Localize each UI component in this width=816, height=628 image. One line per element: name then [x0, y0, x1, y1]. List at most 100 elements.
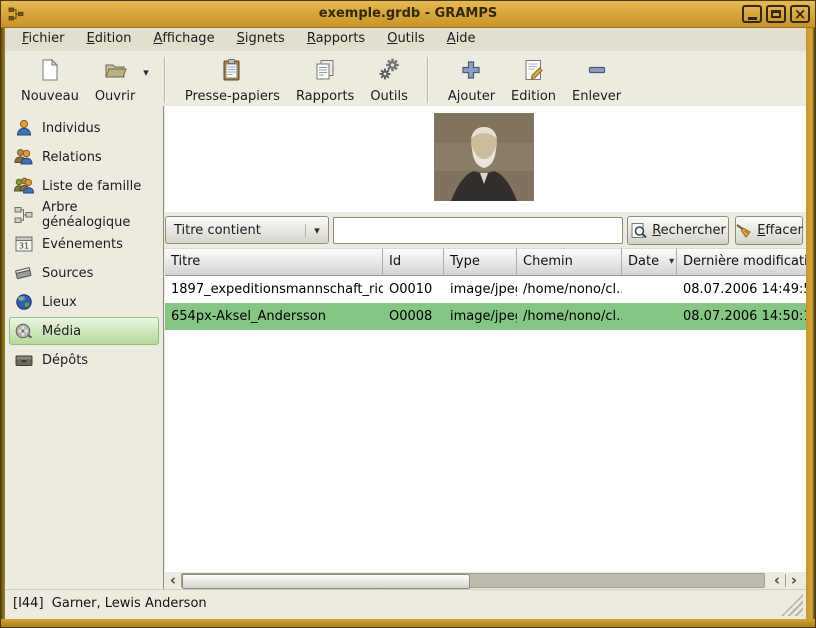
menu-item-fichier[interactable]: Fichier	[11, 29, 76, 49]
two-people-icon	[14, 147, 34, 167]
toolbar-open-group: Ouvrir ▾	[87, 54, 153, 107]
toolbar-button-outils[interactable]: Outils	[362, 54, 416, 107]
sidebar-item-sources[interactable]: Sources	[9, 259, 159, 287]
toolbar-button-nouveau[interactable]: Nouveau	[13, 54, 87, 107]
menu-item-outils[interactable]: Outils	[376, 29, 436, 49]
sidebar-item-lieux[interactable]: Lieux	[9, 288, 159, 316]
find-icon	[630, 222, 648, 240]
effacer-button-label: Effacer	[757, 223, 803, 238]
new-document-icon	[38, 57, 62, 87]
toolbar-button-ajouter[interactable]: Ajouter	[440, 54, 503, 107]
column-header-chemin[interactable]: Chemin	[517, 248, 622, 276]
sidebar-item-arbre-genealogique[interactable]: Arbre généalogique	[9, 201, 159, 229]
toolbar-button-edition[interactable]: Edition	[503, 54, 564, 107]
sidebar-item-label: Lieux	[42, 295, 77, 310]
search-input[interactable]	[333, 217, 623, 244]
sidebar-item-relations[interactable]: Relations	[9, 143, 159, 171]
column-header-type[interactable]: Type	[444, 248, 517, 276]
toolbar-button-label: Ajouter	[448, 89, 495, 104]
column-header-titre[interactable]: Titre	[165, 248, 383, 276]
sidebar-item-label: Arbre généalogique	[42, 200, 158, 230]
column-header-date[interactable]: Date▾	[622, 248, 677, 276]
menubar: Fichier Edition Affichage Signets Rappor…	[5, 27, 808, 51]
toolbar-separator	[164, 57, 166, 103]
toolbar-button-ouvrir[interactable]: Ouvrir	[87, 54, 143, 107]
toolbar-button-enlever[interactable]: Enlever	[564, 54, 629, 107]
maximize-icon	[771, 10, 781, 18]
toolbar: Nouveau Ouvrir ▾ Presse-papiers Rapports…	[5, 51, 808, 106]
scrollbar-track[interactable]	[181, 573, 765, 588]
resize-grip-icon[interactable]	[781, 594, 803, 616]
open-dropdown-button[interactable]: ▾	[143, 66, 149, 79]
toolbar-button-label: Enlever	[572, 89, 621, 104]
table-cell-id: O0010	[383, 276, 444, 303]
column-header-id[interactable]: Id	[383, 248, 444, 276]
titlebar[interactable]: exemple.grdb - GRAMPS ×	[1, 1, 815, 28]
sidebar-item-depots[interactable]: Dépôts	[9, 346, 159, 374]
filter-field-combo-value: Titre contient	[166, 223, 305, 238]
gears-icon	[377, 57, 401, 87]
archive-box-icon	[14, 350, 34, 370]
sidebar-item-liste-de-famille[interactable]: Liste de famille	[9, 172, 159, 200]
toolbar-button-label: Presse-papiers	[185, 89, 280, 104]
scroll-back-button[interactable]: ‹	[769, 572, 785, 589]
table-row[interactable]: 1897_expeditionsmannschaft_rio_a O0010 i…	[165, 276, 808, 303]
menu-item-rapports[interactable]: Rapports	[296, 29, 376, 49]
media-view: Titre contient ▾ Rechercher Effacer Titr…	[165, 106, 808, 590]
toolbar-button-rapports[interactable]: Rapports	[288, 54, 362, 107]
scroll-forward-button[interactable]: ›	[786, 572, 802, 589]
clipboard-icon	[220, 57, 244, 87]
clear-broom-icon	[735, 222, 753, 240]
filter-field-combo[interactable]: Titre contient ▾	[165, 216, 329, 244]
sidebar-item-label: Dépôts	[42, 353, 88, 368]
minimize-button[interactable]	[742, 5, 762, 23]
globe-icon	[14, 292, 34, 312]
minimize-icon	[748, 17, 757, 20]
scrollbar-thumb[interactable]	[182, 574, 470, 589]
open-folder-icon	[103, 57, 127, 87]
menu-item-signets[interactable]: Signets	[226, 29, 296, 49]
table-cell-titre: 654px-Aksel_Andersson	[165, 303, 383, 330]
statusbar: [I44] Garner, Lewis Anderson	[5, 589, 806, 619]
toolbar-button-label: Ouvrir	[95, 89, 135, 104]
scrollbar-stepper-pair: ‹ ›	[769, 572, 802, 589]
window-border-right	[806, 27, 815, 627]
window-border-left	[1, 27, 5, 627]
sidebar-item-label: Média	[42, 324, 81, 339]
close-icon: ×	[794, 7, 807, 22]
sidebar-item-label: Individus	[42, 121, 101, 136]
rechercher-button-label: Rechercher	[652, 223, 726, 238]
sidebar-item-individus[interactable]: Individus	[9, 114, 159, 142]
table-row-selected[interactable]: 654px-Aksel_Andersson O0008 image/jpeg /…	[165, 303, 808, 331]
scroll-left-button[interactable]: ‹	[165, 572, 181, 589]
sort-arrow-icon: ▾	[669, 249, 674, 275]
sidebar-item-media[interactable]: Média	[9, 317, 159, 345]
table-cell-id: O0008	[383, 303, 444, 330]
reports-icon	[313, 57, 337, 87]
gramps-window: exemple.grdb - GRAMPS × Fichier Edition …	[0, 0, 816, 628]
chevron-down-icon: ▾	[305, 224, 328, 237]
sidebar-item-evenements[interactable]: 31 Evénements	[9, 230, 159, 258]
category-sidebar: Individus Relations Liste de famille Arb…	[5, 106, 164, 590]
menu-item-edition[interactable]: Edition	[76, 29, 143, 49]
table-cell-derniere-modification: 08.07.2006 14:49:51	[677, 276, 808, 303]
menu-item-aide[interactable]: Aide	[436, 29, 487, 49]
effacer-button[interactable]: Effacer	[735, 216, 803, 245]
column-header-derniere-modification[interactable]: Dernière modification	[677, 248, 808, 276]
close-button[interactable]: ×	[790, 5, 810, 23]
rechercher-button[interactable]: Rechercher	[627, 216, 729, 245]
edit-page-icon	[522, 57, 546, 87]
svg-text:31: 31	[19, 242, 29, 251]
media-reel-icon	[14, 321, 34, 341]
maximize-button[interactable]	[766, 5, 786, 23]
toolbar-button-label: Edition	[511, 89, 556, 104]
toolbar-button-presse-papiers[interactable]: Presse-papiers	[177, 54, 288, 107]
horizontal-scrollbar[interactable]: ‹ ‹ ›	[165, 572, 808, 590]
window-controls: ×	[742, 5, 810, 23]
table-cell-type: image/jpeg	[444, 303, 517, 330]
table-cell-chemin: /home/nono/cl...	[517, 303, 622, 330]
sidebar-item-label: Relations	[42, 150, 102, 165]
pedigree-tree-icon	[14, 205, 34, 225]
media-preview-photo	[434, 113, 534, 201]
menu-item-affichage[interactable]: Affichage	[142, 29, 225, 49]
